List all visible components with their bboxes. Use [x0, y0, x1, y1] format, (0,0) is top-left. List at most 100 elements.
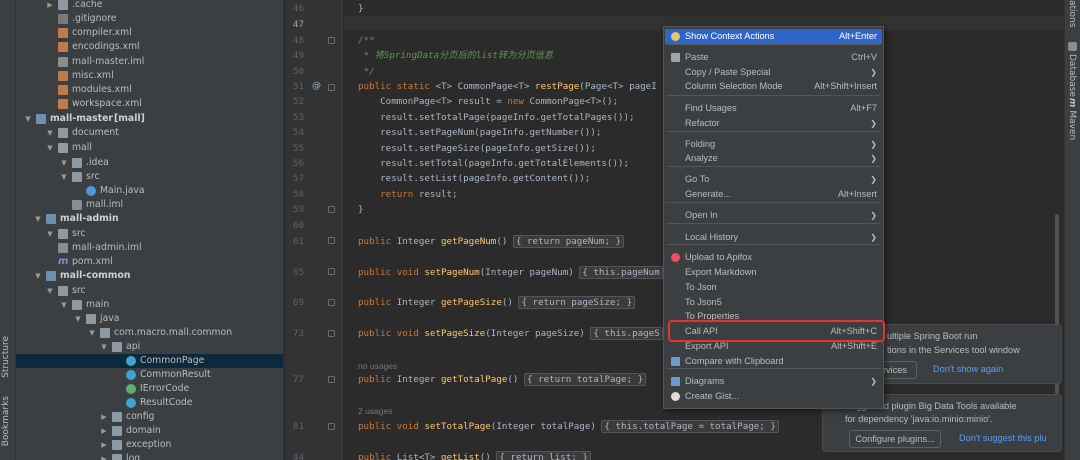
- fold-marker-icon[interactable]: [328, 423, 335, 430]
- menu-item-to-json5[interactable]: To Json5: [665, 295, 882, 310]
- expand-arrow-icon[interactable]: ▼: [60, 156, 68, 170]
- collapse-arrow-icon[interactable]: ▶: [46, 0, 54, 12]
- maven-tab[interactable]: m Maven: [1067, 98, 1077, 140]
- fold-marker-icon[interactable]: [328, 84, 335, 91]
- expand-arrow-icon[interactable]: ▼: [34, 212, 42, 226]
- tree-item[interactable]: ▼ src: [16, 284, 283, 298]
- expand-arrow-icon[interactable]: ▼: [60, 298, 68, 312]
- dont-show-again-link[interactable]: Don't show again: [933, 364, 1003, 374]
- menu-item-create-gist[interactable]: Create Gist...: [665, 389, 882, 404]
- tree-item[interactable]: ▼ mall-master [mall]: [16, 112, 283, 126]
- fold-marker-icon[interactable]: [328, 330, 335, 337]
- tree-item[interactable]: ▼ .idea: [16, 156, 283, 170]
- tree-item[interactable]: ▶ .cache: [16, 0, 283, 12]
- tree-item[interactable]: modules.xml: [16, 83, 283, 97]
- menu-item-open-in[interactable]: Open In ❯: [665, 208, 882, 223]
- line-number: 65: [292, 267, 304, 278]
- menu-item-go-to[interactable]: Go To ❯: [665, 172, 882, 187]
- fold-marker-icon[interactable]: [328, 299, 335, 306]
- collapse-arrow-icon[interactable]: ▶: [100, 438, 108, 452]
- expand-arrow-icon[interactable]: ▼: [46, 126, 54, 140]
- expand-arrow-icon[interactable]: ▼: [34, 269, 42, 283]
- tree-item[interactable]: misc.xml: [16, 69, 283, 83]
- expand-arrow-icon[interactable]: ▼: [46, 227, 54, 241]
- expand-arrow-icon[interactable]: ▼: [100, 340, 108, 354]
- menu-item-compare-with-clipboard[interactable]: Compare with Clipboard: [665, 354, 882, 369]
- menu-item-local-history[interactable]: Local History ❯: [665, 230, 882, 245]
- tree-item[interactable]: ▼ main: [16, 298, 283, 312]
- tree-item[interactable]: .gitignore: [16, 12, 283, 26]
- menu-item-to-json[interactable]: To Json: [665, 280, 882, 295]
- configure-plugins-button[interactable]: Configure plugins...: [849, 430, 941, 448]
- collapse-arrow-icon[interactable]: ▶: [100, 452, 108, 460]
- tree-item[interactable]: ▶ exception: [16, 438, 283, 452]
- tree-item[interactable]: Main.java: [16, 184, 283, 198]
- menu-item-column-selection-mode[interactable]: Column Selection Mode Alt+Shift+Insert: [665, 79, 882, 94]
- fold-marker-icon[interactable]: [328, 268, 335, 275]
- menu-item-show-context-actions[interactable]: Show Context Actions Alt+Enter: [665, 29, 882, 44]
- line-number: 54: [292, 127, 304, 138]
- menu-item-copy-paste-special[interactable]: Copy / Paste Special ❯: [665, 65, 882, 80]
- menu-item-folding[interactable]: Folding ❯: [665, 137, 882, 152]
- tree-item[interactable]: ResultCode: [16, 396, 283, 410]
- fold-marker-icon[interactable]: [328, 37, 335, 44]
- tree-item[interactable]: compiler.xml: [16, 26, 283, 40]
- tree-item[interactable]: ▼ api: [16, 340, 283, 354]
- dont-suggest-link[interactable]: Don't suggest this plu: [959, 433, 1047, 443]
- menu-item-analyze[interactable]: Analyze ❯: [665, 151, 882, 166]
- submenu-arrow-icon: ❯: [870, 68, 877, 77]
- tree-item[interactable]: mall-master.iml: [16, 55, 283, 69]
- tree-item[interactable]: ▶ config: [16, 410, 283, 424]
- expand-arrow-icon[interactable]: ▼: [46, 284, 54, 298]
- database-tab[interactable]: Database: [1067, 42, 1077, 97]
- tree-item[interactable]: ▼ src: [16, 227, 283, 241]
- fold-marker-icon[interactable]: [328, 237, 335, 244]
- tree-item[interactable]: encodings.xml: [16, 40, 283, 54]
- tree-item[interactable]: ▶ log: [16, 452, 283, 460]
- tree-item[interactable]: m pom.xml: [16, 255, 283, 269]
- expand-arrow-icon[interactable]: ▼: [24, 112, 32, 126]
- tree-item[interactable]: workspace.xml: [16, 97, 283, 111]
- tree-item[interactable]: mall-admin.iml: [16, 241, 283, 255]
- expand-arrow-icon[interactable]: ▼: [46, 141, 54, 155]
- package-icon: [112, 342, 122, 352]
- menu-item-label: Column Selection Mode: [685, 81, 783, 91]
- collapse-arrow-icon[interactable]: ▶: [100, 410, 108, 424]
- tree-item[interactable]: CommonPage: [16, 354, 283, 368]
- tree-item[interactable]: ▼ document: [16, 126, 283, 140]
- line-number: 60: [292, 220, 304, 231]
- iface-icon: [126, 384, 136, 394]
- xml-icon: [58, 99, 68, 109]
- tree-item[interactable]: ▼ mall-common: [16, 269, 283, 283]
- structure-tab[interactable]: Structure: [1, 336, 15, 378]
- menu-item-refactor[interactable]: Refactor ❯: [665, 116, 882, 131]
- usages-hint[interactable]: no usages: [358, 361, 397, 371]
- expand-arrow-icon[interactable]: ▼: [74, 312, 82, 326]
- tree-item[interactable]: IErrorCode: [16, 382, 283, 396]
- tree-item[interactable]: ▼ mall-admin: [16, 212, 283, 226]
- expand-arrow-icon[interactable]: ▼: [88, 326, 96, 340]
- menu-item-upload-to-apifox[interactable]: Upload to Apifox: [665, 250, 882, 265]
- tree-item[interactable]: CommonResult: [16, 368, 283, 382]
- tree-item[interactable]: ▼ mall: [16, 141, 283, 155]
- fold-marker-icon[interactable]: [328, 376, 335, 383]
- tree-item[interactable]: mall.iml: [16, 198, 283, 212]
- usages-hint[interactable]: 2 usages: [358, 406, 393, 416]
- menu-item-export-markdown[interactable]: Export Markdown: [665, 265, 882, 280]
- fold-marker-icon[interactable]: [328, 206, 335, 213]
- tree-item[interactable]: ▼ com.macro.mall.common: [16, 326, 283, 340]
- tree-item[interactable]: ▼ java: [16, 312, 283, 326]
- menu-item-find-usages[interactable]: Find Usages Alt+F7: [665, 101, 882, 116]
- expand-arrow-icon[interactable]: ▼: [60, 170, 68, 184]
- tree-item[interactable]: ▶ domain: [16, 424, 283, 438]
- menu-item-generate[interactable]: Generate... Alt+Insert: [665, 187, 882, 202]
- bookmarks-tab[interactable]: Bookmarks: [1, 396, 15, 446]
- project-tree-panel: ▶ .cache .gitignore compiler.xml encodings.x…: [16, 0, 284, 460]
- tree-item[interactable]: ▼ src: [16, 170, 283, 184]
- collapse-arrow-icon[interactable]: ▶: [100, 424, 108, 438]
- module-icon: [46, 214, 56, 224]
- menu-item-diagrams[interactable]: Diagrams ❯: [665, 374, 882, 389]
- annotation-gutter-icon[interactable]: @: [312, 81, 321, 91]
- menu-item-paste[interactable]: Paste Ctrl+V: [665, 50, 882, 65]
- notifications-tab[interactable]: ations: [1067, 0, 1077, 27]
